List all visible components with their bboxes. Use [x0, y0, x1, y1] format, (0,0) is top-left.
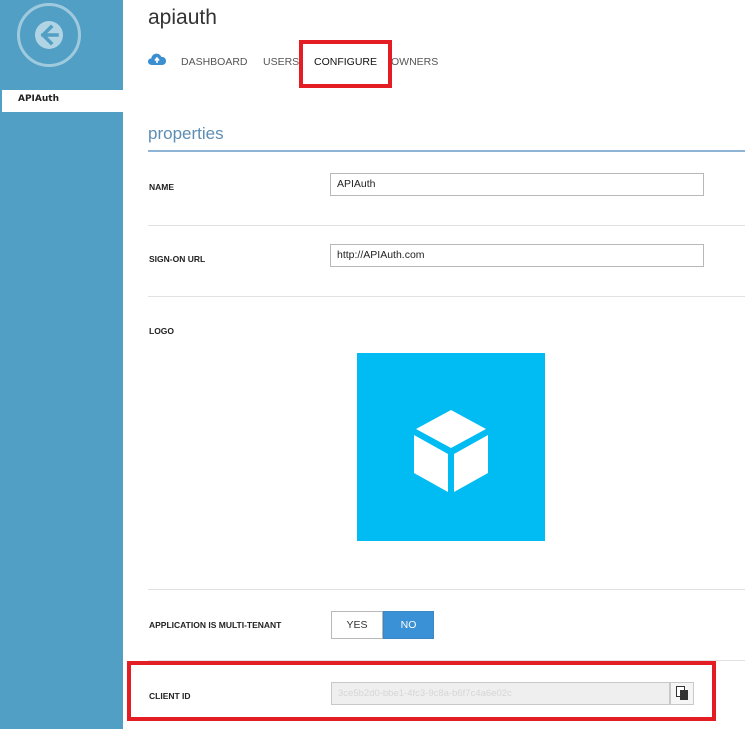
arrow-left-icon [35, 21, 63, 49]
sign-on-url-label: SIGN-ON URL [149, 254, 206, 264]
tab-dashboard[interactable]: DASHBOARD [181, 56, 248, 68]
cube-icon [414, 410, 488, 492]
logo-image[interactable] [357, 353, 545, 541]
sidebar: APIAuth [0, 0, 123, 729]
name-label: NAME [149, 182, 175, 192]
name-field[interactable]: APIAuth [330, 173, 704, 196]
client-id-highlight-box [127, 661, 716, 721]
app-window: APIAuth apiauth DASHBOARD USERS CONFIGUR… [0, 0, 745, 729]
sidebar-item-label: APIAuth [18, 94, 59, 104]
logo-label: LOGO [149, 326, 175, 336]
page-title: apiauth [148, 6, 217, 29]
sign-on-url-field[interactable]: http://APIAuth.com [330, 244, 704, 267]
section-title: properties [148, 124, 224, 143]
tab-owners[interactable]: OWNERS [391, 56, 438, 68]
multi-tenant-label: APPLICATION IS MULTI-TENANT [149, 620, 282, 630]
multi-tenant-yes-button[interactable]: YES [331, 611, 383, 639]
cloud-icon [148, 53, 166, 65]
sidebar-item-apiauth[interactable]: APIAuth [0, 90, 123, 112]
row-divider [148, 589, 745, 590]
row-divider [148, 225, 745, 226]
section-divider [148, 150, 745, 152]
back-button[interactable] [17, 3, 81, 67]
configure-highlight-box [299, 40, 392, 88]
multi-tenant-no-button[interactable]: NO [383, 611, 434, 639]
tab-users[interactable]: USERS [263, 56, 299, 68]
row-divider [148, 296, 745, 297]
